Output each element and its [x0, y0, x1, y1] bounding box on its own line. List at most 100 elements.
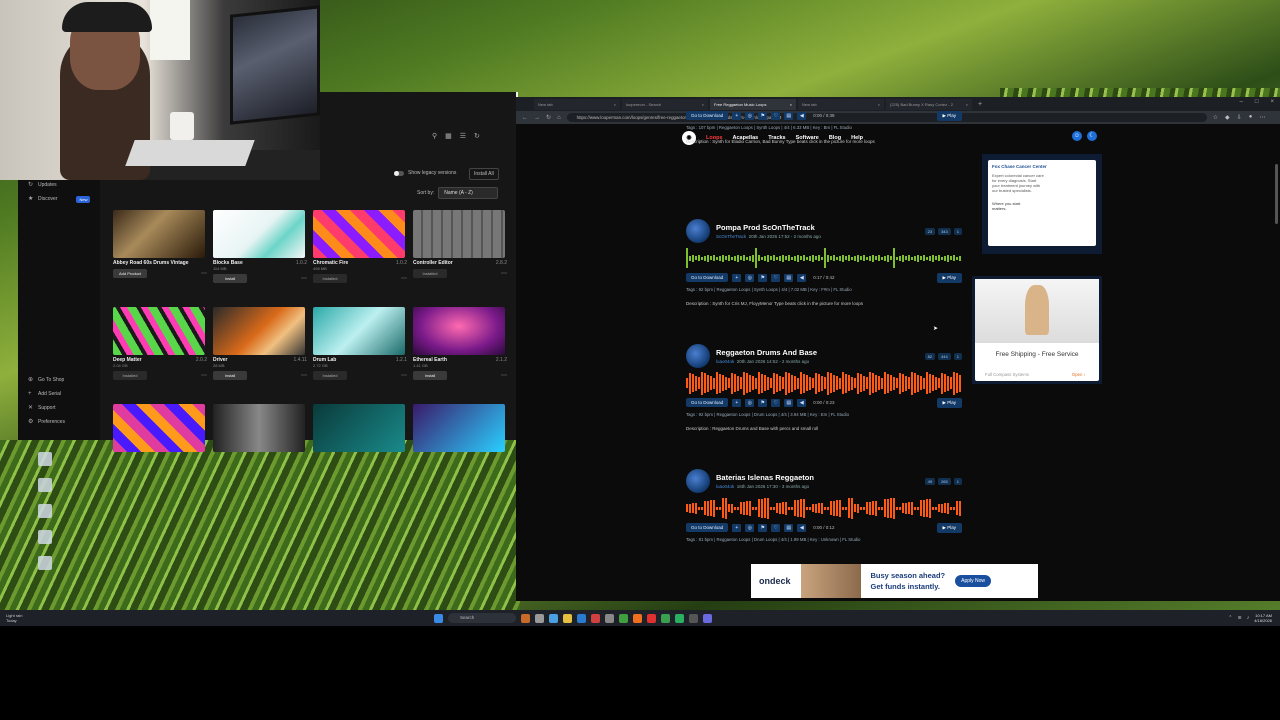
comment-icon[interactable]: ▤: [784, 273, 794, 282]
home-icon[interactable]: ⌂: [557, 115, 561, 121]
flag-icon[interactable]: ⚑: [758, 273, 768, 282]
product-card[interactable]: [213, 404, 307, 452]
heart-icon[interactable]: ♡: [771, 273, 781, 282]
share-icon[interactable]: ◎: [745, 273, 755, 282]
product-action-button[interactable]: Install: [213, 274, 247, 283]
product-thumbnail[interactable]: [313, 210, 405, 258]
product-card[interactable]: [313, 404, 407, 452]
reload-icon[interactable]: ↻: [546, 114, 551, 121]
spotify-icon[interactable]: [675, 613, 684, 623]
sidebar-item-shop[interactable]: ⊕ Go To Shop: [18, 373, 100, 387]
profile-icon[interactable]: ●: [1249, 114, 1253, 121]
avatar[interactable]: [686, 219, 710, 243]
minimize-icon[interactable]: –: [1240, 99, 1243, 105]
close-icon[interactable]: ×: [966, 102, 968, 107]
loop-user[interactable]: loao04ok: [716, 484, 734, 489]
tab-new[interactable]: New tab ×: [534, 98, 620, 110]
comment-icon[interactable]: ▤: [784, 398, 794, 407]
product-card[interactable]: [413, 404, 507, 452]
loop-title[interactable]: Reggaeton Drums And Base: [716, 348, 817, 357]
waveform[interactable]: [686, 246, 962, 270]
page-scrollbar[interactable]: [1275, 164, 1278, 224]
product-action-button[interactable]: Add Product: [113, 269, 147, 278]
theme-icon[interactable]: ☾: [1087, 131, 1097, 141]
desktop-shortcut-icon[interactable]: [38, 556, 52, 570]
product-thumbnail[interactable]: [313, 404, 405, 452]
sidebar-item-support[interactable]: ✕ Support: [18, 401, 100, 415]
avatar[interactable]: [686, 469, 710, 493]
waveform[interactable]: [686, 496, 962, 520]
product-thumbnail[interactable]: [113, 307, 205, 355]
close-icon[interactable]: ×: [1270, 99, 1274, 105]
sidebar-item-add-serial[interactable]: + Add Serial: [18, 387, 100, 401]
product-thumbnail[interactable]: [213, 404, 305, 452]
play-button[interactable]: ▶ Play: [936, 522, 962, 533]
volume-icon[interactable]: ◀: [797, 398, 807, 407]
product-card[interactable]: Ethereal Earth 2.1.2 1.41 GB Install ⋯: [413, 307, 507, 380]
add-icon[interactable]: +: [732, 398, 742, 407]
download-button[interactable]: Go to Download: [686, 398, 729, 407]
extension-icon[interactable]: ◆: [1225, 114, 1230, 121]
heart-icon[interactable]: ♡: [771, 523, 781, 532]
loop-user[interactable]: ScOnTheTrack: [716, 234, 746, 239]
product-action-button[interactable]: Installed: [113, 371, 147, 380]
product-action-button[interactable]: Install: [213, 371, 247, 380]
start-icon[interactable]: [434, 613, 443, 623]
flag-icon[interactable]: ⚑: [758, 523, 768, 532]
more-options-icon[interactable]: ⋯: [401, 372, 407, 379]
share-icon[interactable]: ◎: [745, 398, 755, 407]
product-action-button[interactable]: Installed: [313, 274, 347, 283]
weather-widget[interactable]: Light rain Today: [6, 613, 22, 623]
app-icon[interactable]: [521, 613, 530, 623]
app-icon[interactable]: [619, 613, 628, 623]
product-card[interactable]: Chromatic Fire 1.0.2 498 MB Installed ⋯: [313, 210, 407, 283]
product-card[interactable]: Abbey Road 60s Drums Vintage Add Product ⋯: [113, 210, 207, 278]
volume-icon[interactable]: ◀: [797, 111, 807, 120]
clock[interactable]: 10:17 AM 4/18/2026: [1254, 613, 1272, 623]
folder-icon[interactable]: [563, 613, 572, 623]
more-options-icon[interactable]: ⋯: [301, 275, 307, 282]
close-icon[interactable]: ×: [614, 102, 616, 107]
ad-ondeck[interactable]: ondeck Busy season ahead? Get funds inst…: [751, 564, 1038, 598]
product-thumbnail[interactable]: [413, 404, 505, 452]
sidebar-item-preferences[interactable]: ⚙ Preferences: [18, 415, 100, 429]
more-options-icon[interactable]: ⋯: [501, 270, 507, 277]
product-thumbnail[interactable]: [413, 307, 505, 355]
edge-icon[interactable]: [549, 613, 558, 623]
loop-tags[interactable]: Tags : 81 bpm | Reggaeton Loops | Drum L…: [686, 537, 962, 542]
grid-view-icon[interactable]: ▦: [445, 132, 452, 140]
product-thumbnail[interactable]: [213, 210, 305, 258]
taskbar-search[interactable]: Search: [448, 613, 516, 623]
share-icon[interactable]: ◎: [745, 111, 755, 120]
ad-open-button[interactable]: Open ›: [1072, 372, 1085, 377]
product-card[interactable]: Drum Lab 1.2.1 2.72 GB Installed ⋯: [313, 307, 407, 380]
comment-icon[interactable]: ▤: [784, 523, 794, 532]
add-icon[interactable]: +: [732, 523, 742, 532]
more-options-icon[interactable]: ⋯: [501, 372, 507, 379]
task-view-icon[interactable]: [535, 613, 544, 623]
loop-tags[interactable]: Tags : 107 bpm | Reggaeton Loops | Synth…: [686, 125, 962, 130]
desktop-shortcut-icon[interactable]: [38, 478, 52, 492]
desktop-shortcut-icon[interactable]: [38, 452, 52, 466]
more-options-icon[interactable]: ⋯: [401, 275, 407, 282]
product-action-button[interactable]: Install: [413, 371, 447, 380]
share-icon[interactable]: ◎: [745, 523, 755, 532]
play-button[interactable]: ▶ Play: [936, 110, 962, 121]
sidebar-item-discover[interactable]: ★ Discover New: [18, 192, 100, 206]
comment-icon[interactable]: ▤: [784, 111, 794, 120]
star-icon[interactable]: ☆: [1213, 114, 1218, 121]
more-options-icon[interactable]: ⋯: [201, 372, 207, 379]
more-options-icon[interactable]: ⋯: [301, 372, 307, 379]
close-icon[interactable]: ×: [790, 102, 792, 107]
close-icon[interactable]: ×: [702, 102, 704, 107]
download-button[interactable]: Go to Download: [686, 523, 729, 532]
volume-icon[interactable]: ◀: [797, 273, 807, 282]
ad-fox-chase[interactable]: Fox Chase Cancer Center Expert colorecta…: [982, 154, 1102, 254]
product-card[interactable]: Driver 1.4.11 28 MB Install ⋯: [213, 307, 307, 380]
product-thumbnail[interactable]: [313, 307, 405, 355]
product-thumbnail[interactable]: [213, 307, 305, 355]
chrome-icon[interactable]: [591, 613, 600, 623]
search-icon[interactable]: ⚲: [432, 132, 437, 140]
legacy-versions-toggle[interactable]: Show legacy versions: [394, 170, 456, 176]
sidebar-item-updates[interactable]: ↻ Updates: [18, 178, 100, 192]
